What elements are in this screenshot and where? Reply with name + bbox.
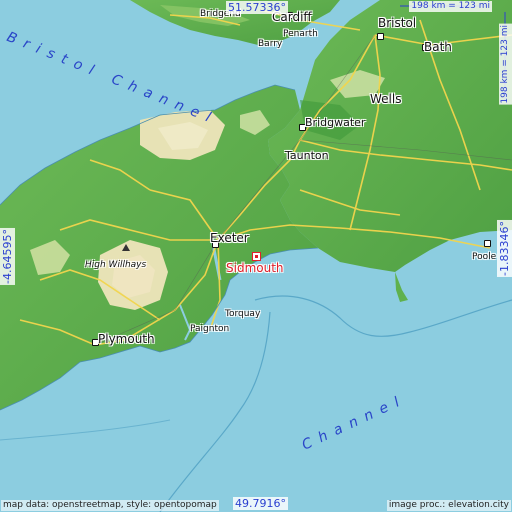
plymouth-label: Plymouth — [98, 332, 155, 346]
barry-label: Barry — [258, 39, 283, 49]
high-willhays-label: High Willhays — [85, 260, 147, 270]
paignton-label: Paignton — [190, 324, 230, 334]
west-longitude: -4.64595° — [0, 228, 15, 285]
penarth-label: Penarth — [283, 29, 318, 39]
peak-icon — [122, 244, 130, 251]
vertical-scale: 198 km = 123 mi — [499, 24, 512, 105]
north-latitude: 51.57336° — [226, 1, 288, 14]
map-data-credit: map data: openstreetmap, style: opentopo… — [1, 500, 219, 511]
horizontal-scale: 198 km = 123 mi — [409, 1, 492, 12]
exeter-label: Exeter — [210, 231, 249, 245]
poole-marker[interactable] — [484, 240, 491, 247]
poole-label: Poole — [472, 252, 497, 262]
image-proc-credit: image proc.: elevation.city — [386, 500, 511, 511]
bristol-label: Bristol — [378, 16, 417, 30]
south-latitude: 49.7916° — [233, 497, 288, 510]
bridgwater-label: Bridgwater — [305, 116, 366, 129]
bristol-marker[interactable] — [377, 33, 384, 40]
map-canvas[interactable]: Bristol Channel Channel Bristol Cardiff … — [0, 0, 512, 512]
east-longitude: -1.83346° — [497, 220, 512, 277]
sidmouth-label: Sidmouth — [226, 261, 284, 275]
wells-label: Wells — [370, 92, 402, 106]
torquay-label: Torquay — [225, 309, 261, 319]
sidmouth-marker[interactable] — [252, 252, 261, 261]
bath-label: Bath — [424, 40, 452, 54]
taunton-label: Taunton — [285, 149, 329, 162]
